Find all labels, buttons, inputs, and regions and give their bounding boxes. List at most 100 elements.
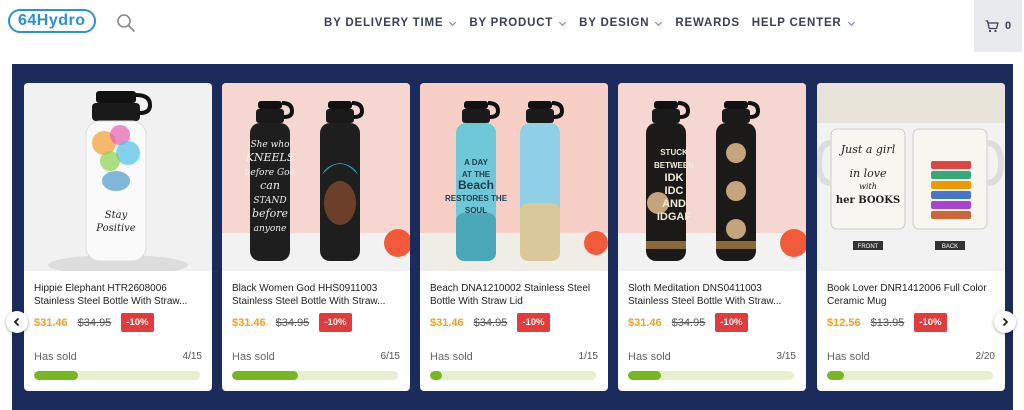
product-image[interactable]: Stay Positive (24, 83, 212, 271)
svg-text:AND: AND (662, 198, 686, 210)
sold-label: Has sold (827, 351, 870, 363)
svg-text:SOUL: SOUL (465, 206, 487, 215)
product-card[interactable]: She who KNEELS before God can STAND before any… (222, 83, 410, 391)
svg-text:Beach: Beach (458, 178, 494, 192)
discount-badge: -10% (319, 313, 352, 332)
product-prices: $31.46 $34.95 -10% (232, 313, 352, 332)
svg-text:STAND: STAND (253, 196, 286, 206)
sold-progress-fill (827, 371, 844, 380)
sold-count: 6/15 (380, 351, 400, 362)
product-prices: $31.46 $34.95 -10% (430, 313, 550, 332)
product-card[interactable]: Stay Positive Hippie Elephant HTR2608006… (24, 83, 212, 391)
product-prices: $12.56 $13.95 -10% (827, 313, 947, 332)
svg-text:before: before (252, 207, 289, 220)
product-title[interactable]: Beach DNA1210002 Stainless Steel Bottle … (430, 282, 600, 308)
chevron-down-icon (655, 21, 663, 26)
product-title[interactable]: Book Lover DNR1412006 Full Color Ceramic… (827, 282, 997, 308)
sold-progress-bar (34, 371, 200, 380)
product-title[interactable]: Black Women God HHS0911003 Stainless Ste… (232, 282, 402, 308)
product-prices: $31.46 $34.95 -10% (628, 313, 748, 332)
sold-progress-bar (827, 371, 993, 380)
svg-text:IDK: IDK (665, 172, 684, 184)
svg-text:her BOOKS: her BOOKS (836, 195, 900, 206)
product-carousel: Just a girl in love with her BOOKS FRONT… (6, 64, 1016, 410)
product-price: $31.46 (430, 316, 464, 329)
svg-text:can: can (260, 179, 280, 192)
sold-label: Has sold (628, 351, 671, 363)
sold-progress-fill (34, 371, 79, 380)
chevron-down-icon (847, 21, 855, 26)
sold-progress-fill (628, 371, 662, 380)
product-title[interactable]: Hippie Elephant HTR2608006 Stainless Ste… (34, 282, 204, 308)
sold-label: Has sold (34, 351, 77, 363)
svg-text:anyone: anyone (254, 224, 287, 234)
search-icon[interactable] (116, 13, 136, 33)
product-old-price: $13.95 (870, 316, 905, 329)
product-title[interactable]: Sloth Meditation DNS0411003 Stainless St… (628, 282, 798, 308)
discount-badge: -10% (715, 313, 748, 332)
svg-text:in love: in love (850, 167, 887, 180)
sold-progress-fill (232, 371, 299, 380)
main-nav: BY DELIVERY TIME BY PRODUCT BY DESIGN REWAR… (324, 17, 868, 29)
svg-text:IDC: IDC (665, 185, 684, 197)
nav-item-rewards[interactable]: REWARDS (675, 17, 739, 29)
brand-logo[interactable]: 64Hydro (8, 9, 96, 33)
sold-count: 4/15 (182, 351, 202, 362)
svg-text:Stay: Stay (105, 210, 128, 221)
product-card[interactable]: A DAY AT THE Beach RESTORES THE SOUL Beach D… (420, 83, 608, 391)
nav-item-by-product[interactable]: BY PRODUCT (469, 17, 567, 29)
nav-item-label: BY DELIVERY TIME (324, 17, 444, 29)
sold-progress-bar (430, 371, 596, 380)
product-prices: $31.46 $34.95 -10% (34, 313, 154, 332)
sold-label: Has sold (430, 351, 473, 363)
nav-item-by-design[interactable]: BY DESIGN (579, 17, 663, 29)
site-header: 64Hydro BY DELIVERY TIME BY PRODUCT BY DES… (0, 0, 1024, 52)
product-image[interactable]: STUCK BETWEEN IDK IDC AND IDGAF (618, 83, 806, 271)
discount-badge: -10% (517, 313, 550, 332)
chevron-left-icon (13, 317, 20, 327)
sold-progress-fill (430, 371, 442, 380)
product-image[interactable]: Just a girl in love with her BOOKS FRONT… (817, 83, 1005, 271)
product-price: $31.46 (232, 316, 266, 329)
product-old-price: $34.95 (275, 316, 310, 329)
svg-text:She who: She who (250, 140, 290, 150)
discount-badge: -10% (914, 313, 947, 332)
sold-progress-bar (232, 371, 398, 380)
svg-text:KNEELS: KNEELS (245, 151, 295, 164)
product-card[interactable]: STUCK BETWEEN IDK IDC AND IDGAF Sloth Meditat… (618, 83, 806, 391)
svg-text:before God: before God (245, 168, 296, 178)
svg-text:RESTORES THE: RESTORES THE (445, 194, 508, 203)
product-price: $31.46 (628, 316, 662, 329)
chevron-down-icon (449, 21, 457, 26)
svg-text:IDGAF: IDGAF (657, 211, 692, 223)
sold-count: 2/20 (975, 351, 995, 362)
nav-item-label: BY PRODUCT (469, 17, 554, 29)
cart-count: 0 (1004, 20, 1012, 32)
product-image[interactable]: She who KNEELS before God can STAND before any… (222, 83, 410, 271)
product-price: $12.56 (827, 316, 861, 329)
sold-label: Has sold (232, 351, 275, 363)
svg-text:FRONT: FRONT (858, 244, 879, 250)
svg-text:STUCK: STUCK (660, 148, 688, 157)
product-price: $31.46 (34, 316, 68, 329)
svg-text:BACK: BACK (942, 244, 958, 250)
product-old-price: $34.95 (473, 316, 508, 329)
nav-item-label: REWARDS (675, 17, 740, 29)
nav-item-label: HELP CENTER (751, 17, 842, 29)
chevron-down-icon (559, 21, 567, 26)
product-card[interactable]: Just a girl in love with her BOOKS FRONT… (817, 83, 1005, 391)
product-old-price: $34.95 (671, 316, 706, 329)
carousel-next-button[interactable] (994, 311, 1016, 333)
chevron-right-icon (1002, 317, 1009, 327)
cart-icon (985, 19, 999, 32)
svg-text:A DAY: A DAY (464, 158, 489, 167)
nav-item-label: BY DESIGN (579, 17, 650, 29)
svg-text:Just a girl: Just a girl (839, 143, 896, 156)
product-image[interactable]: A DAY AT THE Beach RESTORES THE SOUL (420, 83, 608, 271)
cart-button[interactable]: 0 (974, 0, 1022, 52)
nav-item-by-delivery-time[interactable]: BY DELIVERY TIME (324, 17, 457, 29)
sold-progress-bar (628, 371, 794, 380)
sold-count: 3/15 (776, 351, 796, 362)
nav-item-help-center[interactable]: HELP CENTER (752, 17, 856, 29)
carousel-prev-button[interactable] (6, 311, 28, 333)
